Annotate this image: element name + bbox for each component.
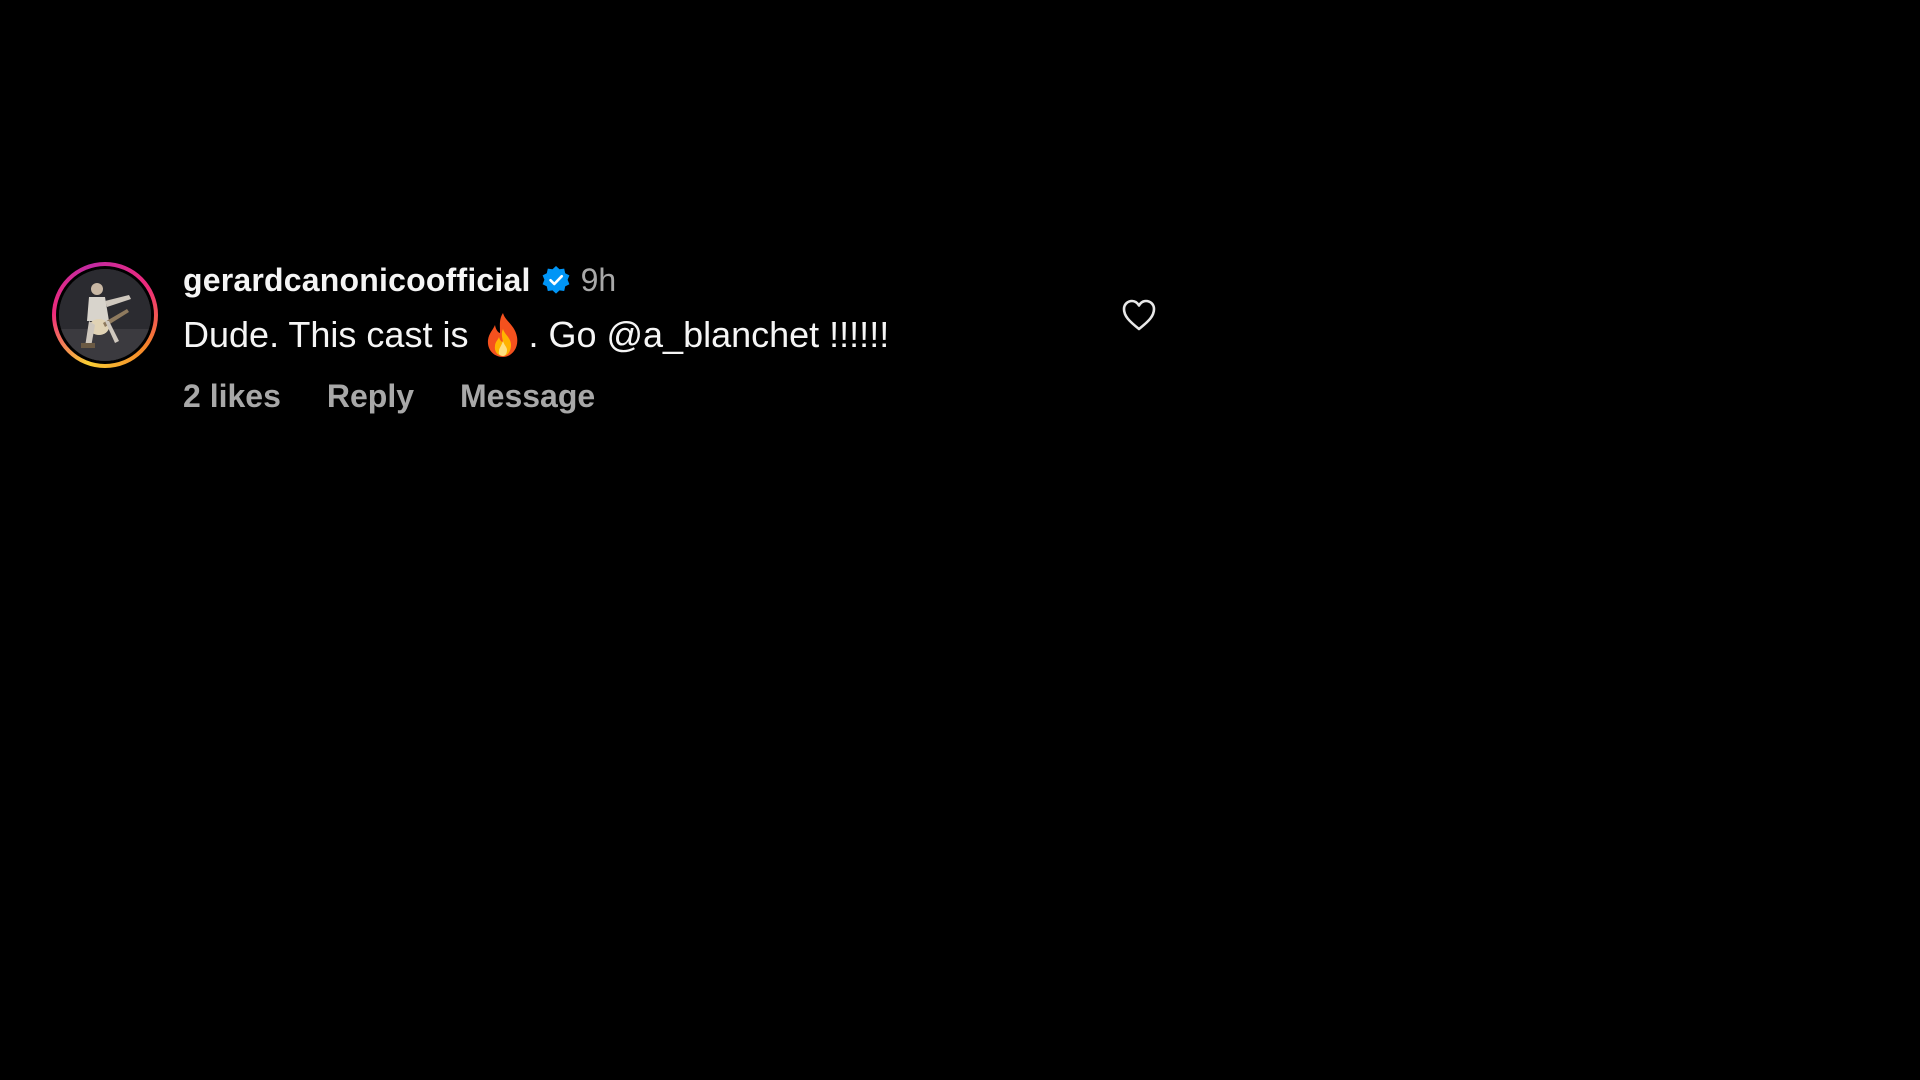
timestamp: 9h [580, 261, 617, 298]
comment-item: gerardcanonicoofficial 9h Dude. This cas… [52, 260, 1162, 420]
avatar[interactable] [59, 269, 151, 361]
comment-text-start: Dude. This cast is [183, 314, 469, 355]
reply-button[interactable]: Reply [327, 378, 414, 415]
comment-screen: gerardcanonicoofficial 9h Dude. This cas… [0, 0, 1920, 1080]
story-ring[interactable] [52, 262, 158, 368]
message-button[interactable]: Message [460, 378, 595, 415]
verified-badge-icon [541, 265, 571, 295]
fire-icon [482, 311, 524, 359]
comment-text-end: . Go @a_blanchet !!!!!! [528, 314, 890, 355]
likes-count-link[interactable]: 2 likes [183, 378, 281, 415]
like-button[interactable] [1118, 294, 1160, 336]
heart-outline-icon [1122, 299, 1156, 331]
comment-header: gerardcanonicoofficial 9h [183, 260, 616, 300]
profile-photo-icon [59, 269, 151, 361]
username-link[interactable]: gerardcanonicoofficial [183, 262, 531, 299]
comment-body: Dude. This cast is . Go @a_blanchet !!!!… [183, 310, 889, 360]
comment-actions: 2 likes Reply Message [183, 374, 641, 418]
